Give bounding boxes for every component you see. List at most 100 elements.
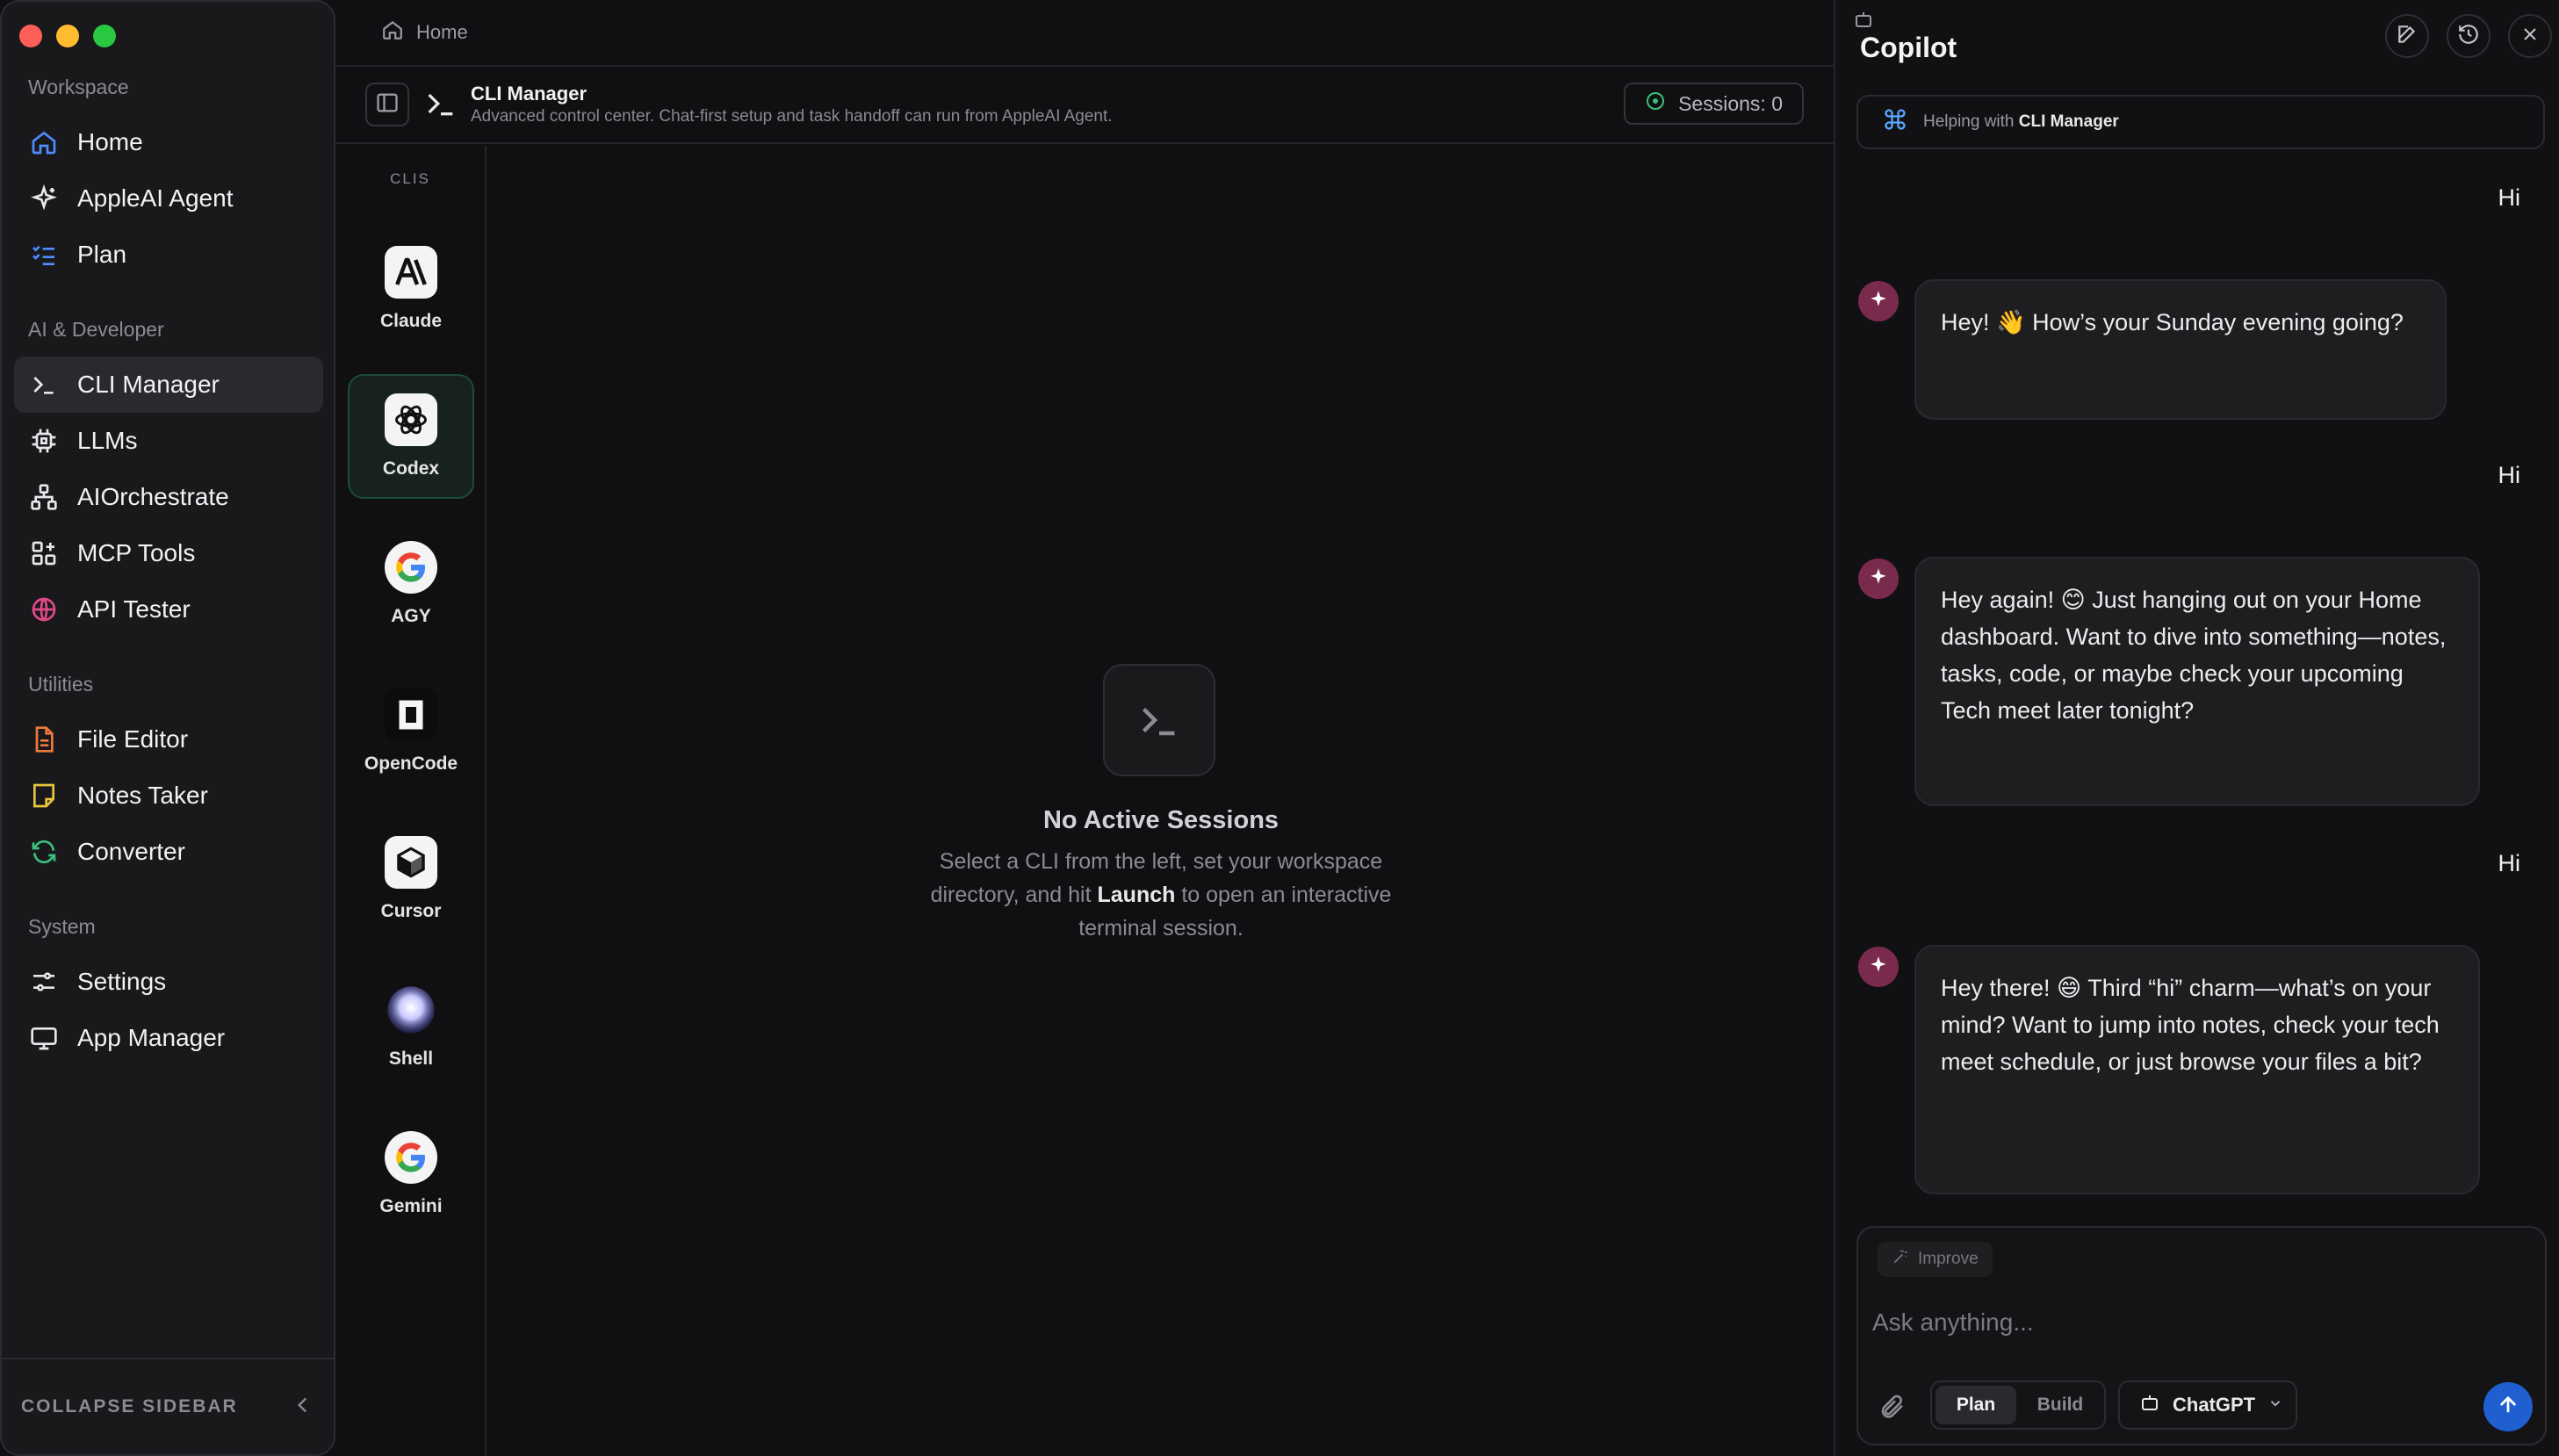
paperclip-icon: [1878, 1395, 1906, 1424]
sidebar-item-label: Home: [77, 128, 143, 155]
sidebar-item-api-tester[interactable]: API Tester: [14, 581, 323, 638]
cli-list: CLIS Claude Codex AGY OpenCode Cursor Sh…: [335, 146, 487, 1456]
cli-item-cursor[interactable]: Cursor: [348, 817, 474, 941]
sidebar-item-app-manager[interactable]: App Manager: [14, 1010, 323, 1066]
cli-name: Codex: [382, 458, 440, 479]
terminal-icon: [1103, 664, 1215, 776]
context-target: CLI Manager: [2018, 112, 2119, 131]
toggle-panel-button[interactable]: [365, 83, 409, 126]
cli-item-codex[interactable]: Codex: [348, 374, 474, 499]
edit-icon: [2396, 23, 2418, 50]
chat-composer: Improve Plan Build ChatGPT: [1856, 1226, 2547, 1445]
context-pill: Helping with CLI Manager: [1856, 95, 2545, 149]
assistant-avatar: [1858, 559, 1899, 599]
cli-name: Cursor: [380, 901, 442, 921]
collapse-sidebar-button[interactable]: COLLAPSE SIDEBAR: [2, 1358, 334, 1454]
status-circle-icon: [1645, 90, 1666, 117]
bot-icon: [2139, 1392, 2160, 1418]
cli-item-opencode[interactable]: OpenCode: [348, 669, 474, 794]
sidebar-item-home[interactable]: Home: [14, 114, 323, 170]
cli-item-claude[interactable]: Claude: [348, 227, 474, 351]
sidebar-item-converter[interactable]: Converter: [14, 824, 323, 880]
cli-item-gemini[interactable]: Gemini: [348, 1112, 474, 1236]
sidebar-item-aiorchestrate[interactable]: AIOrchestrate: [14, 469, 323, 525]
window-controls: [19, 25, 116, 47]
zoom-window-button[interactable]: [93, 25, 116, 47]
assistant-message: Hey there! 😄 Third “hi” charm—what’s on …: [1914, 945, 2480, 1194]
model-select[interactable]: ChatGPT: [2118, 1380, 2297, 1430]
sidebar-item-label: Plan: [77, 241, 127, 268]
user-message: Hi: [2498, 184, 2521, 211]
breadcrumb: Home: [335, 0, 1834, 67]
google-logo-icon: [385, 541, 437, 594]
bot-icon: [1853, 9, 1874, 34]
cli-item-shell[interactable]: Shell: [348, 964, 474, 1089]
mode-toggle: Plan Build: [1930, 1380, 2106, 1430]
improve-label: Improve: [1918, 1250, 1979, 1268]
new-chat-button[interactable]: [2385, 14, 2429, 58]
attach-button[interactable]: [1878, 1393, 1906, 1425]
sidebar-item-mcp-tools[interactable]: MCP Tools: [14, 525, 323, 581]
sparkle-icon: [1867, 954, 1890, 981]
improve-button[interactable]: Improve: [1878, 1242, 1993, 1277]
assistant-message: Hey again! 😊 Just hanging out on your Ho…: [1914, 557, 2480, 806]
close-copilot-button[interactable]: [2508, 14, 2552, 58]
ask-input[interactable]: [1872, 1301, 2522, 1344]
sidebar-item-appleai-agent[interactable]: AppleAI Agent: [14, 170, 323, 227]
mode-build-button[interactable]: Build: [2020, 1386, 2101, 1424]
chevron-left-icon: [292, 1394, 314, 1421]
sidebar-toggle-icon: [375, 90, 400, 119]
sidebar-item-settings[interactable]: Settings: [14, 954, 323, 1010]
cli-name: Shell: [388, 1049, 434, 1069]
sidebar-item-label: Converter: [77, 838, 185, 865]
workflow-icon: [28, 481, 60, 513]
home-icon: [381, 18, 404, 47]
sidebar-item-label: LLMs: [77, 427, 138, 454]
minimize-window-button[interactable]: [56, 25, 79, 47]
assistant-avatar: [1858, 281, 1899, 321]
group-label-workspace: Workspace: [28, 76, 129, 98]
sidebar-item-label: API Tester: [77, 595, 191, 623]
copilot-title: Copilot: [1860, 32, 1957, 63]
refresh-icon: [28, 836, 60, 868]
terminal-icon: [423, 86, 458, 121]
group-label-system: System: [28, 915, 96, 938]
context-prefix: Helping with: [1923, 112, 2019, 131]
chevron-down-icon: [2267, 1394, 2283, 1416]
history-button[interactable]: [2447, 14, 2491, 58]
sidebar-item-label: MCP Tools: [77, 539, 196, 566]
close-window-button[interactable]: [19, 25, 42, 47]
context-text: Helping with CLI Manager: [1923, 112, 2119, 132]
sidebar-item-cli-manager[interactable]: CLI Manager: [14, 357, 323, 413]
sparkle-icon: [1867, 288, 1890, 315]
sidebar-item-plan[interactable]: Plan: [14, 227, 323, 283]
google-logo-icon: [385, 1131, 437, 1184]
empty-state-description: Select a CLI from the left, set your wor…: [897, 845, 1424, 945]
sidebar-item-label: File Editor: [77, 725, 189, 753]
cli-item-agy[interactable]: AGY: [348, 522, 474, 646]
mode-plan-button[interactable]: Plan: [1935, 1386, 2016, 1424]
breadcrumb-home-link[interactable]: Home: [416, 21, 468, 44]
sessions-badge[interactable]: Sessions: 0: [1624, 83, 1804, 125]
claude-logo-icon: [385, 246, 437, 299]
cli-name: AGY: [391, 606, 431, 626]
sidebar-item-llms[interactable]: LLMs: [14, 413, 323, 469]
sidebar-item-label: AIOrchestrate: [77, 483, 229, 510]
sliders-icon: [28, 966, 60, 998]
file-icon: [28, 724, 60, 755]
checklist-icon: [28, 239, 60, 270]
sessions-count: Sessions: 0: [1678, 91, 1783, 115]
home-icon: [28, 126, 60, 158]
sidebar-item-notes-taker[interactable]: Notes Taker: [14, 768, 323, 824]
note-icon: [28, 780, 60, 811]
app-window: Workspace Home AppleAI Agent Plan AI & D…: [0, 0, 2559, 1456]
sidebar-item-label: AppleAI Agent: [77, 184, 234, 212]
copilot-panel: Copilot Helping with CLI Manager Hi Hey!…: [1834, 0, 2559, 1456]
send-button[interactable]: [2483, 1382, 2533, 1431]
globe-icon: [28, 594, 60, 625]
command-icon: [1883, 107, 1907, 137]
sidebar-item-file-editor[interactable]: File Editor: [14, 711, 323, 768]
page-title: CLI Manager: [471, 83, 587, 105]
sparkle-icon: [28, 183, 60, 214]
user-message: Hi: [2498, 462, 2521, 488]
